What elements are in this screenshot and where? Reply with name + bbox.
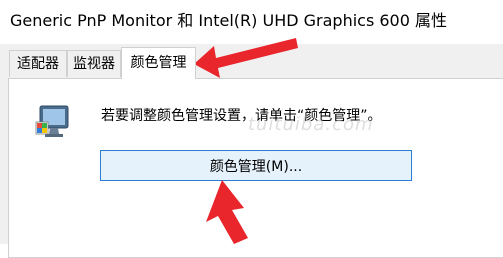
title-bar: Generic PnP Monitor 和 Intel(R) UHD Graph…	[0, 0, 503, 44]
window-title: Generic PnP Monitor 和 Intel(R) UHD Graph…	[10, 11, 447, 30]
tab-monitor[interactable]: 监视器	[67, 50, 121, 77]
color-management-button[interactable]: 颜色管理(M)...	[100, 150, 412, 181]
color-monitor-icon	[35, 105, 69, 137]
tab-adapter[interactable]: 适配器	[9, 50, 67, 77]
dialog-background	[0, 44, 8, 244]
tab-color-management[interactable]: 颜色管理	[121, 47, 196, 79]
watermark: tuituiba.com	[248, 114, 374, 135]
